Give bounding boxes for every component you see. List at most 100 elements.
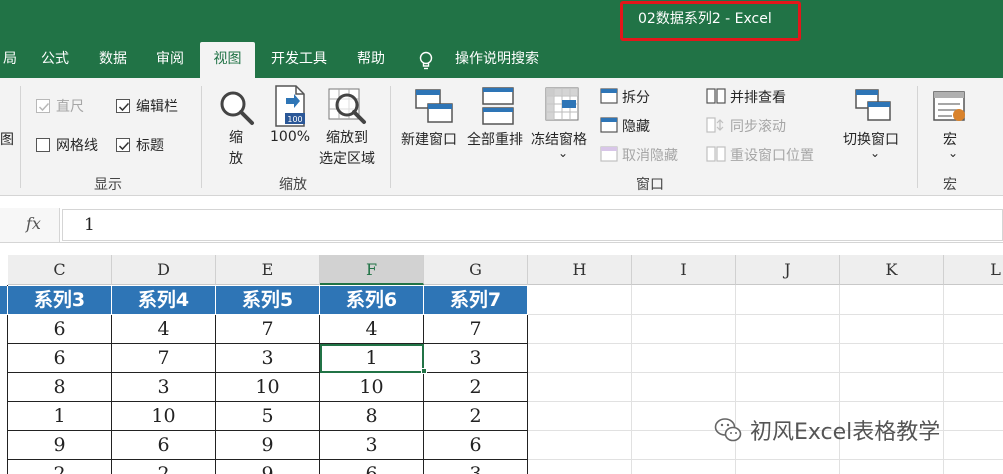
tab-2[interactable]: 数据 xyxy=(88,42,138,78)
column-header-l[interactable]: L xyxy=(944,255,1003,285)
split-icon[interactable] xyxy=(600,88,618,104)
zoom-100-icon[interactable]: 100 xyxy=(272,84,308,128)
headings-label: 标题 xyxy=(136,138,164,154)
headings-checkbox[interactable] xyxy=(116,138,130,152)
table-cell[interactable]: 2 xyxy=(424,373,528,402)
unhide-window-button[interactable]: 取消隐藏 xyxy=(622,145,678,165)
ruler-checkbox[interactable] xyxy=(36,99,50,113)
group-separator xyxy=(20,86,21,188)
table-cell[interactable]: 4 xyxy=(320,315,424,344)
tab-4[interactable]: 视图 xyxy=(200,42,255,78)
table-cell[interactable]: 9 xyxy=(216,460,320,474)
table-cell[interactable]: 3 xyxy=(216,344,320,373)
new-window-button[interactable]: 新建窗口 xyxy=(401,129,457,149)
unhide-window-icon xyxy=(600,146,618,162)
zoom-to-selection-line1[interactable]: 缩放到 xyxy=(314,127,380,147)
zoom-to-selection-line2[interactable]: 选定区域 xyxy=(314,148,380,168)
table-cell[interactable]: 10 xyxy=(216,373,320,402)
table-cell[interactable]: 3 xyxy=(424,344,528,373)
table-cell[interactable]: 3 xyxy=(112,373,216,402)
tab-1[interactable]: 公式 xyxy=(30,42,80,78)
table-cell[interactable]: 6 xyxy=(424,431,528,460)
zoom-to-selection-icon[interactable] xyxy=(327,86,367,126)
group-separator xyxy=(390,86,391,188)
zoom-magnifier-icon[interactable] xyxy=(217,88,257,128)
gridline-horizontal xyxy=(528,314,1003,315)
table-header-cell[interactable]: 系列3 xyxy=(8,286,112,315)
table-cell[interactable]: 7 xyxy=(424,315,528,344)
table-cell[interactable]: 1 xyxy=(8,402,112,431)
tab-6[interactable]: 帮助 xyxy=(346,42,396,78)
table-header-cell[interactable]: 系列4 xyxy=(112,286,216,315)
formula-input[interactable] xyxy=(62,209,1003,241)
new-window-icon[interactable] xyxy=(414,86,454,126)
table-header-cell[interactable]: 系列7 xyxy=(424,286,528,315)
table-cell[interactable]: 3 xyxy=(424,460,528,474)
zoom-button-line1[interactable]: 缩 xyxy=(229,127,243,147)
tab-5[interactable]: 开发工具 xyxy=(262,42,336,78)
formula-bar-checkbox[interactable] xyxy=(116,99,130,113)
table-cell[interactable]: 3 xyxy=(320,431,424,460)
gridlines-checkbox[interactable] xyxy=(36,138,50,152)
column-header-i[interactable]: I xyxy=(632,255,736,285)
column-header-h[interactable]: H xyxy=(528,255,632,285)
freeze-panes-icon[interactable] xyxy=(544,86,580,122)
table-cell[interactable]: 2 xyxy=(8,460,112,474)
macros-icon[interactable] xyxy=(932,88,968,124)
gridline-horizontal xyxy=(528,401,1003,402)
column-header-g[interactable]: G xyxy=(424,255,528,285)
zoom-100-button[interactable]: 100% xyxy=(270,129,310,145)
split-button[interactable]: 拆分 xyxy=(622,87,650,107)
table-cell[interactable]: 8 xyxy=(8,373,112,402)
arrange-all-icon[interactable] xyxy=(481,86,515,126)
switch-windows-dropdown-icon[interactable]: ⌄ xyxy=(870,146,880,160)
table-cell[interactable]: 2 xyxy=(112,460,216,474)
column-header-d[interactable]: D xyxy=(112,255,216,285)
tab-0[interactable]: 局 xyxy=(0,42,20,78)
column-header-j[interactable]: J xyxy=(736,255,840,285)
reset-window-position-icon xyxy=(706,146,726,162)
freeze-panes-dropdown-icon[interactable]: ⌄ xyxy=(558,146,568,160)
show-group-label: 显示 xyxy=(94,177,122,193)
table-cell[interactable]: 9 xyxy=(8,431,112,460)
fill-handle[interactable] xyxy=(421,368,427,374)
table-cell[interactable]: 7 xyxy=(112,344,216,373)
table-header-cell-partial[interactable] xyxy=(0,286,8,315)
table-cell[interactable]: 2 xyxy=(424,402,528,431)
table-cell[interactable]: 6 xyxy=(8,315,112,344)
table-cell[interactable]: 6 xyxy=(112,431,216,460)
side-by-side-icon[interactable] xyxy=(706,88,726,104)
side-by-side-button[interactable]: 并排查看 xyxy=(730,87,786,107)
column-header-f[interactable]: F xyxy=(320,255,424,285)
insert-function-button[interactable]: fx xyxy=(26,214,41,233)
macro-group-label: 宏 xyxy=(943,177,957,193)
table-header-cell[interactable]: 系列6 xyxy=(320,286,424,315)
tab-7[interactable]: 操作说明搜索 xyxy=(442,42,552,78)
hide-window-button[interactable]: 隐藏 xyxy=(622,116,650,136)
reset-window-position-button[interactable]: 重设窗口位置 xyxy=(730,145,814,165)
column-header-e[interactable]: E xyxy=(216,255,320,285)
table-cell[interactable]: 5 xyxy=(216,402,320,431)
table-cell[interactable]: 8 xyxy=(320,402,424,431)
table-cell[interactable]: 4 xyxy=(112,315,216,344)
switch-windows-icon[interactable] xyxy=(854,88,892,124)
column-header-c[interactable]: C xyxy=(8,255,112,285)
hide-window-icon[interactable] xyxy=(600,117,618,133)
table-cell[interactable]: 10 xyxy=(112,402,216,431)
gridline-horizontal xyxy=(528,459,1003,460)
table-header-cell[interactable]: 系列5 xyxy=(216,286,320,315)
column-header-k[interactable]: K xyxy=(840,255,944,285)
table-cell[interactable]: 6 xyxy=(8,344,112,373)
tab-3[interactable]: 审阅 xyxy=(145,42,195,78)
formula-value: 1 xyxy=(84,215,95,235)
lightbulb-icon xyxy=(419,51,433,70)
table-cell[interactable]: 9 xyxy=(216,431,320,460)
table-cell[interactable]: 6 xyxy=(320,460,424,474)
table-cell[interactable]: 1 xyxy=(320,344,424,373)
macros-dropdown-icon[interactable]: ⌄ xyxy=(948,146,958,160)
zoom-button-line2[interactable]: 放 xyxy=(229,148,243,168)
table-cell[interactable]: 7 xyxy=(216,315,320,344)
sync-scroll-button[interactable]: 同步滚动 xyxy=(730,116,786,136)
arrange-all-button[interactable]: 全部重排 xyxy=(467,129,523,149)
table-cell[interactable]: 10 xyxy=(320,373,424,402)
